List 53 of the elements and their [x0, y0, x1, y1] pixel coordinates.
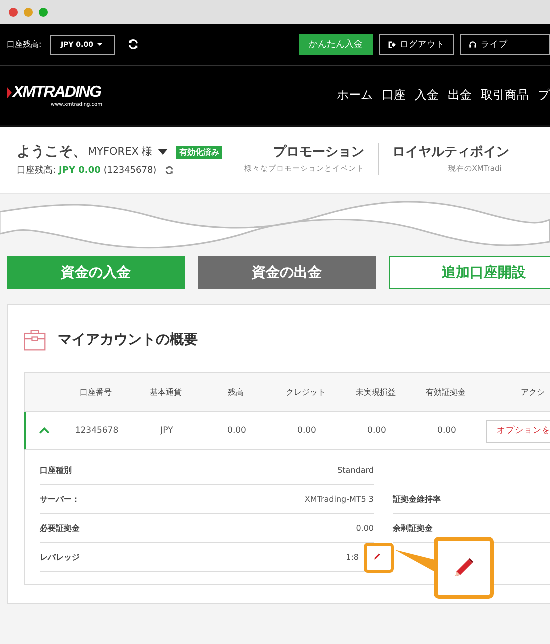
window-control-icon[interactable] [39, 8, 48, 16]
nav-link[interactable]: 入金 [415, 87, 439, 104]
window-control-icon[interactable] [9, 8, 18, 16]
chevron-icon[interactable] [38, 427, 50, 434]
logout-button[interactable]: ログアウト [379, 34, 454, 55]
user-menu[interactable]: MYFOREX 様 [87, 145, 168, 159]
detail-label: 証拠金維持率 [393, 494, 441, 504]
column-header: 口座番号 [79, 386, 113, 398]
table-cell-text: 0.00 [296, 426, 318, 436]
detail-label: レバレッジ [40, 552, 80, 562]
account-number: (12345678) [104, 166, 157, 176]
nav-link[interactable]: 口座 [382, 87, 406, 104]
detail-value: XMTrading-MT5 3 [304, 494, 374, 504]
logo: XMTRADING [7, 84, 101, 102]
detail-label: 余剰証拠金 [393, 522, 433, 534]
greeting-text: ようこそ、 [17, 143, 87, 161]
column-header: 基本通貨 [149, 386, 183, 398]
status-badge: 有効化済み [176, 146, 222, 158]
column-header: 未実現損益 [355, 386, 397, 398]
nav-link[interactable]: 取引商品 [481, 87, 529, 104]
detail-value: 1:8 [346, 552, 359, 562]
table-cell-text: JPY [159, 426, 174, 436]
column-header: 残高 [227, 386, 245, 398]
nav-link[interactable]: プ [538, 87, 550, 104]
card-title: マイアカウントの概要 [58, 331, 198, 349]
detail-value: Standard [338, 466, 374, 474]
promo-link[interactable]: ロイヤルティポイン [392, 143, 550, 161]
briefcase-icon [23, 328, 47, 352]
window-control-icon[interactable] [24, 8, 33, 16]
nav-link[interactable]: 出金 [448, 87, 472, 104]
column-header: 有効証拠金 [425, 386, 467, 398]
edit-icon[interactable] [373, 553, 381, 561]
column-header: クレジット [285, 386, 327, 398]
table-cell-text: 0.00 [436, 426, 458, 436]
balance-label: 口座残高: [7, 39, 42, 50]
headset-icon [469, 40, 477, 48]
column-header: アクシ [520, 386, 546, 398]
detail-value: 0.00 [356, 524, 374, 532]
table-cell-text: 0.00 [226, 426, 248, 436]
detail-label: 必要証拠金 [40, 522, 80, 534]
logout-icon [388, 40, 396, 48]
balance-label: 口座残高: [17, 164, 56, 177]
promo-link[interactable]: プロモーション [222, 143, 364, 161]
table-cell-text: 0.00 [366, 426, 388, 436]
withdraw-button[interactable]: 資金の出金 [198, 256, 376, 289]
live-chat-button[interactable]: ライブ [460, 34, 550, 55]
table-cell-text: 12345678 [74, 426, 120, 436]
detail-label: サーバー： [40, 494, 80, 504]
nav-link[interactable]: ホーム [337, 87, 373, 104]
highlight-frame [364, 543, 394, 573]
options-button[interactable]: オプションを [486, 420, 550, 443]
detail-label: 口座種別 [40, 464, 72, 476]
balance-value: JPY 0.00 [59, 166, 101, 176]
